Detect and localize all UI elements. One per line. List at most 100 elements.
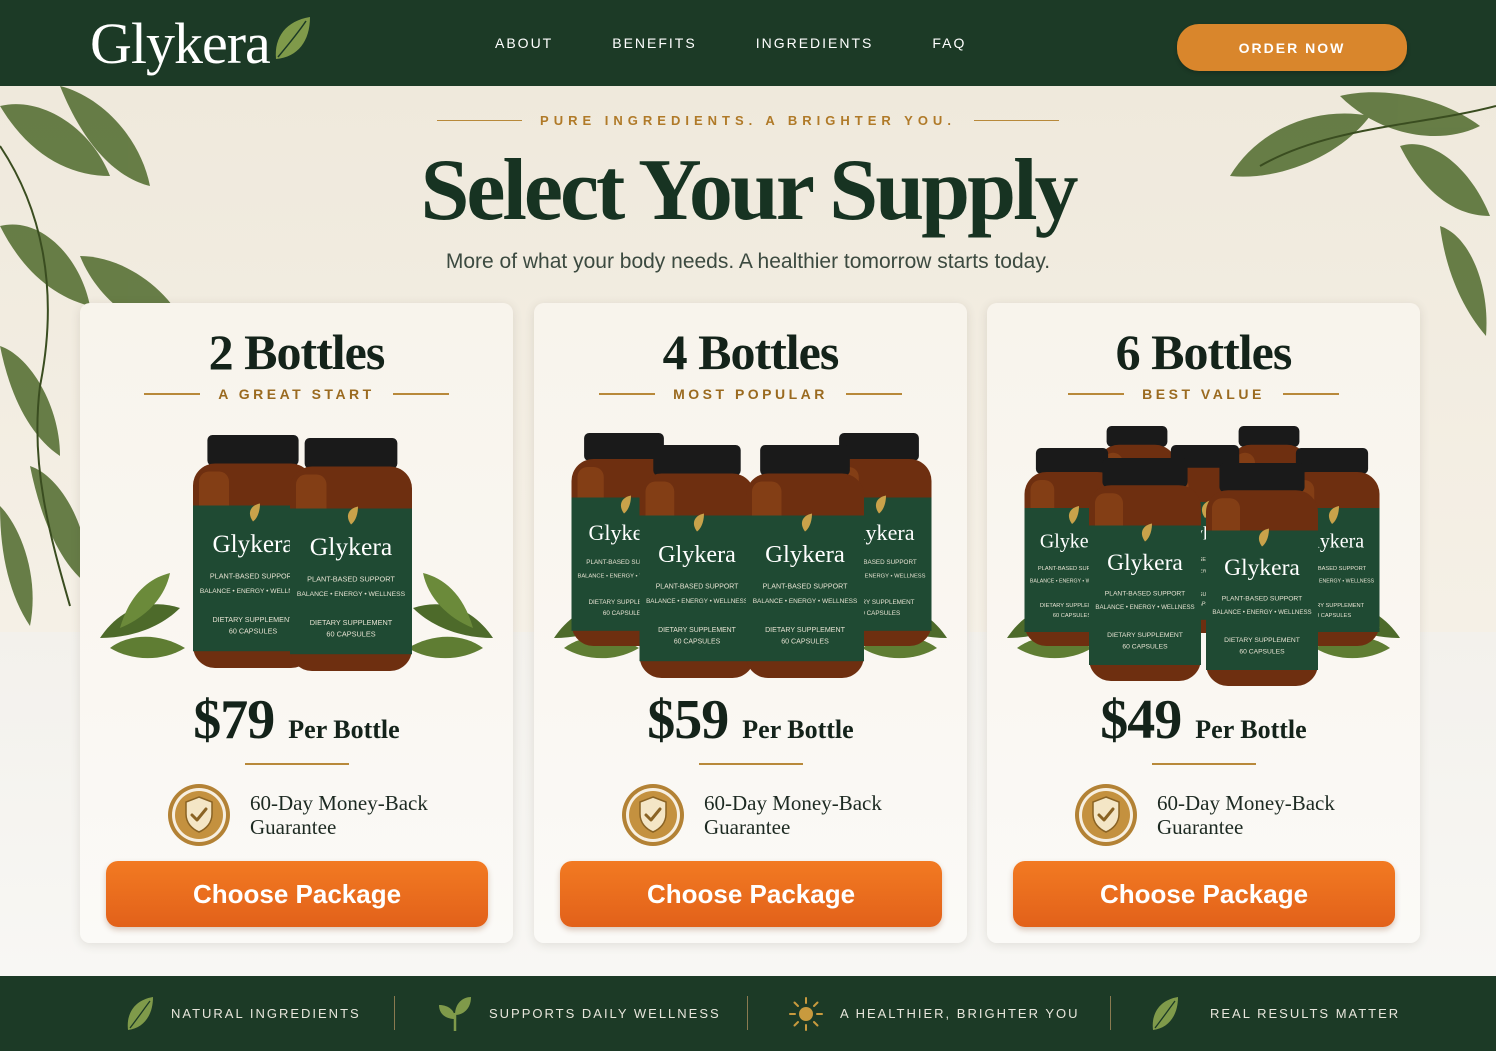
svg-text:60 CAPSULES: 60 CAPSULES [1239,648,1285,655]
price-row: $79 Per Bottle [80,688,513,752]
bottles-image: Glykera PLANT-BASED SUPPORT BALANCE • ENER… [554,433,947,678]
svg-text:Glykera: Glykera [1107,550,1183,576]
choose-package-button[interactable]: Choose Package [560,861,942,927]
svg-text:60 CAPSULES: 60 CAPSULES [1053,613,1091,619]
supplement-bottle: Glykera PLANT-BASED SUPPORT BALANCE • ENER… [290,438,412,671]
tagline-rule [973,119,1059,121]
shield-check-icon [1075,784,1137,846]
subtitle-rule [392,393,449,395]
package-card-2: 2 Bottles A GREAT START Glykera PLANT-BAS… [80,303,513,943]
leaf-sprig [100,573,185,659]
feature-label: NATURAL INGREDIENTS [171,1006,361,1021]
hero-tagline: PURE INGREDIENTS. A BRIGHTER YOU. [540,112,956,128]
svg-text:DIETARY SUPPLEMENT: DIETARY SUPPLEMENT [310,618,393,627]
svg-text:Glykera: Glykera [1224,555,1300,581]
leaf-icon [275,17,310,59]
choose-package-button[interactable]: Choose Package [1013,861,1395,927]
footer-divider [747,996,748,1030]
svg-text:PLANT-BASED SUPPORT: PLANT-BASED SUPPORT [307,574,395,583]
svg-text:Glykera: Glykera [310,532,393,561]
svg-text:BALANCE • ENERGY • WELLNESS: BALANCE • ENERGY • WELLNESS [753,598,858,605]
guarantee-line-1: 60-Day Money-Back [704,791,882,815]
guarantee-text: 60-Day Money-Back Guarantee [1157,791,1335,839]
svg-text:BALANCE • ENERGY • WELLNESS: BALANCE • ENERGY • WELLNESS [297,591,406,598]
package-title: 2 Bottles [208,324,386,380]
nav-link-ingredients[interactable]: INGREDIENTS [756,35,874,51]
shield-check-icon [168,784,230,846]
brand-logo[interactable]: Glykera [90,10,312,76]
package-title: 6 Bottles [1115,324,1293,380]
brand-name: Glykera [90,10,271,76]
footer-divider [394,996,395,1030]
choose-package-button[interactable]: Choose Package [106,861,488,927]
feature-natural-ingredients: NATURAL INGREDIENTS [125,976,361,1051]
guarantee-badge: 60-Day Money-Back Guarantee [1073,781,1335,849]
guarantee-line-2: Guarantee [704,815,791,839]
guarantee-line-1: 60-Day Money-Back [250,791,428,815]
svg-text:DIETARY SUPPLEMENT: DIETARY SUPPLEMENT [658,627,737,634]
package-subtitle: MOST POPULAR [673,386,828,402]
svg-text:PLANT-BASED SUPPORT: PLANT-BASED SUPPORT [763,582,849,590]
supplement-bottle: Glykera PLANT-BASED SUPPORT BALANCE • ENER… [746,445,864,678]
nav-links: ABOUT BENEFITS INGREDIENTS FAQ [495,0,1025,86]
price-unit: Per Bottle [1195,715,1307,744]
guarantee-text: 60-Day Money-Back Guarantee [250,791,428,839]
svg-text:DIETARY SUPPLEMENT: DIETARY SUPPLEMENT [212,615,294,624]
price: $79 [193,689,275,751]
supplement-bottle: Glykera PLANT-BASED SUPPORT BALANCE • ENER… [639,445,755,678]
package-card-6: 6 Bottles BEST VALUE Glykera PLANT-BASED … [987,303,1420,943]
tagline-rule [437,119,523,121]
top-navbar: Glykera ABOUT BENEFITS INGREDIENTS FAQ O… [0,0,1496,86]
shield-check-icon [622,784,684,846]
svg-text:60 CAPSULES: 60 CAPSULES [674,639,721,646]
guarantee-badge: 60-Day Money-Back Guarantee [620,781,882,849]
sun-icon [789,996,823,1031]
feature-label: REAL RESULTS MATTER [1210,1006,1401,1021]
price-row: $49 Per Bottle [987,688,1420,752]
feature-real-results: REAL RESULTS MATTER [1150,976,1400,1051]
price: $59 [647,689,729,751]
svg-text:Glykera: Glykera [212,531,293,558]
svg-text:PLANT-BASED SUPPORT: PLANT-BASED SUPPORT [1222,595,1303,602]
svg-text:Glykera: Glykera [765,541,845,568]
price-rule [699,763,803,765]
sprout-icon [439,996,471,1031]
svg-text:BALANCE • ENERGY • WELLNESS: BALANCE • ENERGY • WELLNESS [1095,604,1194,611]
feature-daily-wellness: SUPPORTS DAILY WELLNESS [437,976,721,1051]
svg-text:PLANT-BASED SUPPORT: PLANT-BASED SUPPORT [210,571,297,580]
package-subtitle-row: A GREAT START [80,386,513,402]
bottles-image: Glykera PLANT-BASED SUPPORT BALANCE • ENER… [1007,426,1400,686]
package-subtitle: A GREAT START [218,386,375,402]
price-row: $59 Per Bottle [534,688,967,752]
svg-text:60 CAPSULES: 60 CAPSULES [858,610,900,617]
guarantee-text: 60-Day Money-Back Guarantee [704,791,882,839]
leaf-icon [127,996,153,1030]
subtitle-rule [599,393,656,395]
feature-footer: NATURAL INGREDIENTS SUPPORTS DAILY WELLN… [0,976,1496,1051]
page-subtitle: More of what your body needs. A healthie… [445,250,1051,273]
svg-text:PLANT-BASED SUPPORT: PLANT-BASED SUPPORT [1105,590,1186,597]
price-rule [1152,763,1256,765]
page-title: Select Your Supply [420,142,1078,239]
nav-link-about[interactable]: ABOUT [495,35,553,51]
package-subtitle-row: BEST VALUE [987,386,1420,402]
guarantee-line-2: Guarantee [250,815,337,839]
subtitle-rule [845,393,902,395]
svg-text:PLANT-BASED SUPPORT: PLANT-BASED SUPPORT [656,583,739,590]
leaf-icon [1152,996,1178,1030]
guarantee-line-2: Guarantee [1157,815,1244,839]
svg-text:DIETARY SUPPLEMENT: DIETARY SUPPLEMENT [765,626,846,634]
feature-healthier-brighter: A HEALTHIER, BRIGHTER YOU [788,976,1080,1051]
tagline-row: PURE INGREDIENTS. A BRIGHTER YOU. [0,110,1496,130]
package-card-4: 4 Bottles MOST POPULAR Glykera PLANT-BASE… [534,303,967,943]
order-now-button[interactable]: ORDER NOW [1177,24,1407,71]
package-title: 4 Bottles [662,324,840,380]
package-subtitle: BEST VALUE [1142,386,1265,402]
nav-link-faq[interactable]: FAQ [932,35,966,51]
supplement-bottle: Glykera PLANT-BASED SUPPORT BALANCE • ENER… [1089,458,1201,681]
guarantee-badge: 60-Day Money-Back Guarantee [166,781,428,849]
nav-link-benefits[interactable]: BENEFITS [612,35,696,51]
svg-text:60 CAPSULES: 60 CAPSULES [326,630,375,639]
price-unit: Per Bottle [288,715,400,744]
package-subtitle-row: MOST POPULAR [534,386,967,402]
